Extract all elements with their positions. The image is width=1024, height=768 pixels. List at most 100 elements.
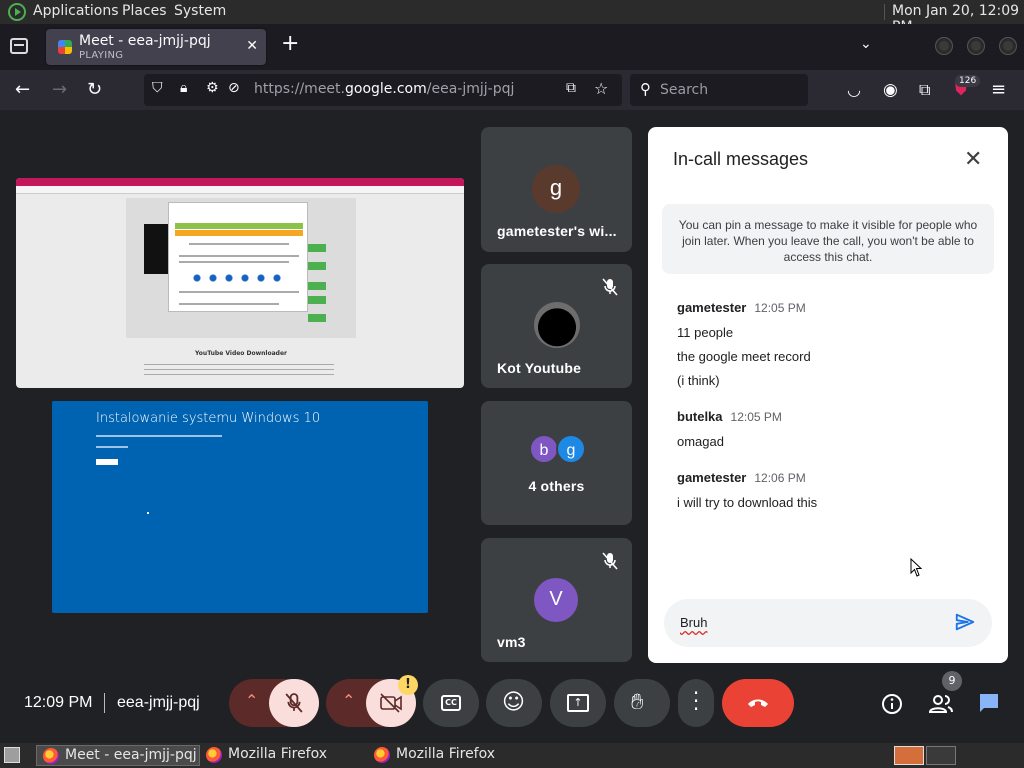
pocket-icon[interactable]: ◡ [847, 79, 861, 101]
forward-icon[interactable]: → [52, 79, 67, 101]
present-button[interactable]: ↑ [550, 679, 606, 727]
extension-badge: 126 [955, 75, 981, 87]
participant-tile-others[interactable]: b g 4 others [481, 401, 632, 525]
chevron-up-icon[interactable]: ⌃ [245, 691, 258, 710]
taskbar-item-label: Mozilla Firefox [228, 746, 328, 762]
camera-blocked-icon[interactable]: ⊘ [228, 80, 240, 96]
windows-setup-title: Instalowanie systemu Windows 10 [96, 411, 321, 426]
camera-off-icon [380, 693, 402, 713]
raise-hand-button[interactable]: ✋︎ [614, 679, 670, 727]
window-maximize-button[interactable] [968, 38, 984, 54]
firefox-icon [374, 747, 390, 763]
shared-progress-green [175, 223, 303, 229]
shared-browser-tabbar [16, 178, 464, 186]
participant-name: 4 others [528, 478, 585, 494]
message-text: 11 people [677, 325, 734, 340]
screen-share-tile-2[interactable]: Instalowanie systemu Windows 10 [52, 401, 428, 613]
search-bar[interactable]: ⚲ Search [630, 74, 808, 106]
captions-button[interactable]: CC [423, 679, 479, 727]
in-call-messages-panel: In-call messages ✕ You can pin a message… [648, 127, 1008, 663]
close-icon[interactable]: ✕ [964, 147, 982, 171]
shared-popup-dialog [168, 202, 308, 312]
meet-stage: YouTube Video Downloader Instalowanie sy… [0, 110, 1024, 743]
emoji-icon: ☺ [502, 690, 525, 715]
windows-setup-button [96, 459, 118, 465]
people-count-badge: 9 [942, 671, 962, 691]
meeting-info-icon[interactable] [881, 693, 903, 715]
windows-setup-cursor [147, 512, 149, 514]
firefox-icon [206, 747, 222, 763]
message-group: gametester 12:06 PM i will try to downloa… [677, 469, 817, 510]
workspace-2[interactable] [926, 746, 956, 765]
captions-icon: CC [441, 695, 461, 711]
window-minimize-button[interactable] [936, 38, 952, 54]
hamburger-menu-icon[interactable]: ≡ [991, 79, 1006, 101]
taskbar-item-meet[interactable]: Meet - eea-jmjj-pqj ... [36, 745, 200, 766]
search-icon: ⚲ [640, 80, 651, 98]
end-call-button[interactable] [722, 679, 794, 727]
mic-toggle-button[interactable] [269, 679, 319, 727]
workspace-1[interactable] [894, 746, 924, 765]
shared-text-line [189, 243, 289, 245]
message-text: the google meet record [677, 349, 811, 364]
taskbar-item-firefox[interactable]: Mozilla Firefox [200, 745, 327, 766]
gnome-foot-icon[interactable] [8, 3, 26, 21]
reactions-button[interactable]: ☺ [486, 679, 542, 727]
window-close-button[interactable] [1000, 38, 1016, 54]
call-clock: 12:09 PM [24, 694, 93, 711]
tab-playing-label: PLAYING [79, 50, 124, 61]
meeting-code[interactable]: eea-jmjj-pqj [117, 694, 200, 712]
shared-browser-urlbar [16, 186, 464, 194]
mic-off-icon [602, 552, 618, 570]
panel-separator [884, 4, 885, 20]
more-options-button[interactable]: · · · [678, 679, 714, 727]
taskbar-item-label: Mozilla Firefox [396, 746, 496, 762]
chat-icon[interactable] [977, 692, 1001, 714]
participant-tile-gametester[interactable]: g gametester's wi... [481, 127, 632, 252]
chevron-up-icon[interactable]: ⌃ [342, 691, 355, 710]
show-desktop-icon[interactable] [4, 747, 20, 763]
message-group: butelka 12:05 PM omagad [677, 408, 782, 449]
end-call-icon [748, 699, 768, 707]
taskbar-item-firefox[interactable]: Mozilla Firefox [368, 745, 495, 766]
message-sender: butelka [677, 409, 723, 424]
send-icon[interactable] [954, 611, 976, 633]
new-tab-icon[interactable]: + [281, 33, 299, 55]
menu-places[interactable]: Places [122, 3, 167, 19]
extensions-icon[interactable]: ⧉ [919, 79, 930, 101]
url-bar[interactable]: ⛉ 🔒︎ ⚙ ⊘ https://meet.google.com/eea-jmj… [144, 74, 622, 106]
url-text[interactable]: https://meet.google.com/eea-jmjj-pqj [254, 81, 514, 97]
chat-input-value[interactable]: Bruh [680, 615, 707, 630]
firefox-view-icon[interactable] [10, 38, 28, 54]
lock-icon[interactable]: 🔒︎ [180, 80, 187, 96]
reload-icon[interactable]: ↻ [87, 79, 102, 101]
pin-message-note: You can pin a message to make it visible… [662, 204, 994, 274]
bookmark-star-icon[interactable]: ☆ [594, 79, 608, 98]
chat-message-input[interactable]: Bruh [664, 599, 992, 647]
participant-name: Kot Youtube [497, 360, 582, 376]
tracking-shield-icon[interactable]: ⛉ [152, 80, 163, 96]
shared-green-button [308, 244, 326, 252]
gnome-top-panel: Applications Places System Mon Jan 20, 1… [0, 0, 1024, 35]
back-icon[interactable]: ← [15, 79, 30, 101]
tab-meet[interactable]: Meet - eea-jmjj-pqj PLAYING ✕ [46, 29, 266, 65]
windows-setup-text [96, 446, 128, 448]
windows-setup-text [96, 435, 222, 437]
account-icon[interactable]: ◉ [883, 79, 898, 101]
menu-system[interactable]: System [174, 3, 226, 19]
menu-applications[interactable]: Applications [33, 3, 119, 19]
participant-tile-vm3[interactable]: V vm3 [481, 538, 632, 662]
permissions-icon[interactable]: ⚙ [206, 80, 219, 96]
participant-name: vm3 [497, 634, 526, 650]
tab-close-icon[interactable]: ✕ [246, 38, 258, 54]
avatar-mini: g [556, 434, 586, 464]
chat-title: In-call messages [673, 149, 809, 169]
shared-text-line [144, 364, 334, 365]
participant-tile-kot-youtube[interactable]: Kot Youtube [481, 264, 632, 388]
picture-in-picture-icon[interactable]: ⧉ [566, 80, 576, 96]
shared-page-heading: YouTube Video Downloader [195, 350, 287, 357]
shared-text-line [179, 303, 279, 305]
list-all-tabs-icon[interactable]: ⌄ [860, 36, 872, 52]
screen-share-tile-1[interactable]: YouTube Video Downloader [16, 178, 464, 388]
people-icon[interactable] [928, 693, 954, 715]
